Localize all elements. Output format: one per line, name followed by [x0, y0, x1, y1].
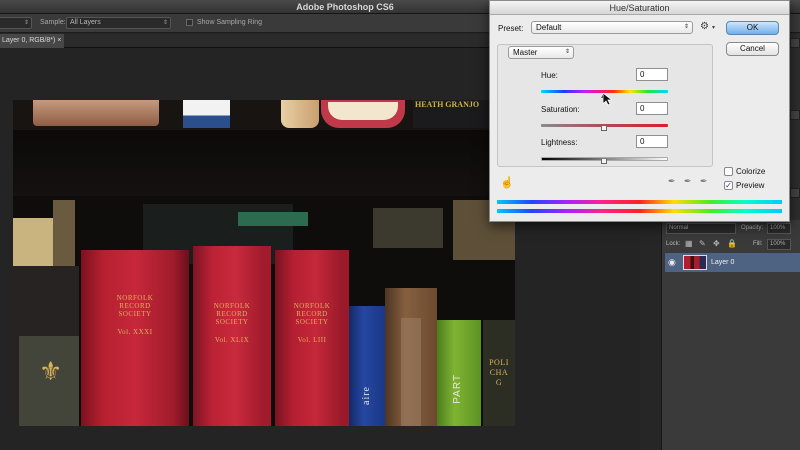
colorize-checkbox[interactable] — [724, 167, 733, 176]
opacity-input[interactable]: 100% — [767, 223, 791, 234]
book-red-2-title: NORFOLK RECORD SOCIETY Vol. XLIX — [213, 302, 251, 344]
book-right: POLI CHA G — [483, 320, 515, 426]
book-top-4-pages — [328, 102, 398, 120]
fill-label: Fill: — [753, 241, 763, 247]
preview-label: Preview — [736, 181, 765, 190]
book-red-1: NORFOLK RECORD SOCIETY Vol. XXXI — [81, 250, 189, 426]
colorize-label: Colorize — [736, 167, 766, 176]
lightness-input[interactable]: 0 — [636, 135, 668, 148]
sampling-ring-checkbox[interactable] — [186, 19, 193, 26]
hue-saturation-dialog: Hue/Saturation Preset: Default ⇕ ⚙ ▾ OK C… — [489, 0, 790, 222]
panel-collapse-icon[interactable] — [790, 38, 800, 48]
eyedropper-icon[interactable]: ✒ — [668, 176, 676, 187]
mouse-cursor-icon — [603, 93, 612, 106]
book-blue-title: aire — [361, 386, 372, 405]
chevron-updown-icon: ⇕ — [23, 20, 29, 26]
top-shelf-text: HEATH GRANJO — [415, 100, 480, 109]
photoshop-window: Adobe Photoshop CS6 ⇕ Sample: All Layers… — [0, 0, 800, 450]
eye-icon[interactable]: ◉ — [668, 258, 676, 267]
sampling-ring-label: Show Sampling Ring — [197, 19, 262, 26]
eyedropper-subtract-icon[interactable]: ✒ — [700, 176, 708, 187]
ornament-icon: ⚜ — [39, 356, 63, 386]
lock-position-icon[interactable]: ✥ — [713, 239, 720, 248]
book-top-1 — [33, 100, 159, 126]
eyedropper-add-icon[interactable]: ✒ — [684, 176, 692, 187]
book-top-3 — [281, 100, 319, 128]
sample-label: Sample: — [40, 19, 66, 26]
book-red-1-title: NORFOLK RECORD SOCIETY Vol. XXXI — [116, 294, 154, 336]
saturation-input[interactable]: 0 — [636, 102, 668, 115]
bg-book-green — [238, 212, 308, 226]
cancel-button[interactable]: Cancel — [726, 42, 779, 56]
panel-scroll-icon[interactable] — [790, 188, 800, 198]
input-color-bar — [497, 200, 782, 204]
book-green: PART — [437, 320, 481, 426]
book-blue: aire — [349, 306, 385, 426]
lock-label: Lock: — [666, 241, 681, 247]
saturation-slider-thumb[interactable] — [601, 126, 607, 131]
document-canvas-image[interactable]: HEATH GRANJO ⚜ NORFOLK RECORD SOCIETY Vol. … — [13, 100, 515, 426]
blend-mode-select[interactable]: Normal — [666, 223, 736, 234]
lock-transparency-icon[interactable]: ▦ — [685, 239, 693, 248]
sample-select[interactable]: All Layers ⇕ — [66, 17, 171, 29]
layer-name[interactable]: Layer 0 — [711, 259, 734, 266]
preset-select[interactable]: Default ⇕ — [531, 21, 693, 34]
book-top-2 — [183, 100, 230, 128]
shelf-board — [13, 130, 515, 196]
channel-select[interactable]: Master ⇕ — [508, 46, 574, 59]
book-brown-label — [401, 318, 421, 426]
lightness-slider-thumb[interactable] — [601, 159, 607, 164]
document-tab[interactable]: Layer 0, RGB/8*) × — [0, 34, 64, 48]
preset-options-icon[interactable]: ⚙ — [700, 21, 709, 32]
lock-paint-icon[interactable]: ✎ — [699, 239, 706, 248]
book-red-3-title: NORFOLK RECORD SOCIETY Vol. LIII — [293, 302, 331, 344]
hue-label: Hue: — [541, 71, 558, 80]
book-green-title: PART — [452, 374, 463, 404]
preset-label: Preset: — [498, 24, 524, 33]
book-red-3: NORFOLK RECORD SOCIETY Vol. LIII — [275, 250, 349, 426]
chevron-updown-icon: ⇕ — [564, 49, 570, 55]
saturation-label: Saturation: — [541, 105, 580, 114]
book-red-2: NORFOLK RECORD SOCIETY Vol. XLIX — [193, 246, 271, 426]
opacity-label: Opacity: — [741, 225, 764, 231]
panel-scroll-icon[interactable] — [790, 110, 800, 120]
lightness-label: Lightness: — [541, 138, 578, 147]
hue-input[interactable]: 0 — [636, 68, 668, 81]
dialog-title: Hue/Saturation — [490, 1, 789, 15]
output-color-bar — [497, 209, 782, 213]
layer-thumbnail — [683, 255, 707, 270]
chevron-updown-icon: ⇕ — [683, 24, 689, 30]
sample-size-select[interactable]: ⇕ — [0, 17, 32, 29]
book-right-title: POLI CHA G — [489, 358, 509, 387]
bg-book-3 — [373, 208, 443, 248]
lock-all-icon[interactable]: 🔒 — [727, 239, 737, 248]
fill-input[interactable]: 100% — [767, 239, 791, 250]
ok-button[interactable]: OK — [726, 21, 779, 35]
targeted-adjustment-hand-icon[interactable]: ☝ — [500, 176, 514, 189]
preview-checkbox[interactable]: ✓ — [724, 181, 733, 190]
chevron-updown-icon: ⇕ — [162, 20, 168, 26]
chevron-down-icon[interactable]: ▾ — [712, 24, 715, 31]
app-title: Adobe Photoshop CS6 — [296, 2, 394, 12]
